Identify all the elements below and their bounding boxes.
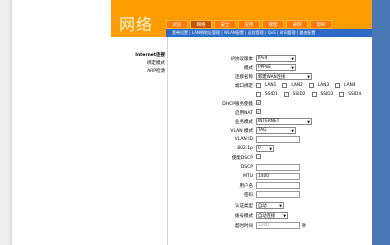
service-label: 业务模式 [235,120,253,125]
password-label: 密码 [244,193,253,198]
tab-security[interactable]: 安全 [214,20,236,29]
row-dial: 拨号模式 自动连接 ▼ [168,212,371,220]
dscp-enable-checkbox[interactable] [256,154,261,159]
chevron-down-icon: ▼ [291,66,294,70]
row-username: 用户名 [168,182,371,190]
row-dhcp: DHCP服务使能 ✓ [168,100,371,108]
lan4-checkbox[interactable] [335,83,341,88]
page-edge [0,0,10,245]
mtu-input[interactable]: 1400 [256,173,300,180]
sidebar-item-arp[interactable]: ARP检测 [117,68,165,74]
dhcp-checkbox[interactable]: ✓ [256,100,261,105]
router-admin-app: 网络 状态 网络 安全 应用 管理 录制 帮助 宽带设置 | LAN侧地址管理 … [111,0,372,245]
tab-help[interactable]: 帮助 [310,20,332,29]
tab-status[interactable]: 状态 [166,20,188,29]
lan2-checkbox[interactable] [282,83,288,88]
conn-name-select[interactable]: 新建WAN连接 ▼ [256,73,312,80]
chevron-down-icon: ▼ [283,214,286,218]
vlan-id-label: VLAN ID [234,137,253,142]
tab-network[interactable]: 网络 [190,20,212,29]
row-conn-name: 连接名称 新建WAN连接 ▼ [168,73,371,81]
row-vlan-id: VLAN ID [168,136,371,144]
row-service: 业务模式 INTERNET ▼ [168,118,371,126]
chevron-down-icon: ▼ [269,147,272,151]
ssid3-checkbox[interactable] [311,92,317,97]
dhcp-label: DHCP服务使能 [222,102,253,107]
ssid1-checkbox[interactable] [256,92,261,97]
chevron-down-icon: ▼ [307,75,310,79]
conn-name-label: 连接名称 [235,75,253,80]
ssid2-checkbox[interactable] [283,92,289,97]
vlan-id-input[interactable] [256,136,300,143]
row-vlan-mode: VLAN 模式 TAG ▼ [168,127,371,135]
dot1p-select[interactable]: 0 ▼ [256,145,274,152]
main-tabs: 状态 网络 安全 应用 管理 录制 帮助 [166,20,332,29]
row-port-bind-ssid: SSID1 SSID2 SSID3 SSID4 [168,91,371,99]
nat-label: 启用NAT [235,111,253,116]
page-edge-shadow [10,0,12,245]
ssid-checkboxes: SSID1 SSID2 SSID3 SSID4 [256,91,364,98]
chevron-down-icon: ▼ [279,204,282,208]
row-mode: 模式 PPPoE ▼ [168,64,371,72]
mode-label: 模式 [244,66,253,71]
ip-version-select[interactable]: IPv4 ▼ [256,55,296,62]
auth-label: 认证类型 [235,204,253,209]
row-auth: 认证类型 自动 ▼ [168,202,371,210]
idle-label: 超时时间 [235,224,253,229]
username-label: 用户名 [239,184,254,189]
row-8021p: 802.1p 0 ▼ [168,145,371,153]
chevron-down-icon: ▼ [307,120,310,124]
dscp-enable-label: 使能DSCP [231,156,253,161]
row-dscp: DSCP [168,164,371,172]
lan1-checkbox[interactable] [256,83,261,88]
tab-application[interactable]: 应用 [238,20,260,29]
idle-input[interactable]: 1200 [256,222,300,229]
row-port-bind: 端口绑定 LAN1 LAN2 LAN3 LAN4 [168,82,371,90]
row-ip-version: IP协议版本 IPv4 ▼ [168,55,371,63]
row-password: 密码 [168,191,371,199]
dial-select[interactable]: 自动连接 ▼ [256,212,288,219]
chevron-down-icon: ▼ [291,57,294,61]
sidebar-item-bind-mode[interactable]: 绑定模式 [117,60,165,66]
dscp-input[interactable] [256,164,300,171]
sub-navigation[interactable]: 宽带设置 | LAN侧地址管理 | WLAN配置 | 远程管理 | QoS | … [166,29,372,37]
row-dscp-enable: 使能DSCP [168,154,371,162]
username-input[interactable] [256,182,300,189]
vlan-mode-select[interactable]: TAG ▼ [256,127,296,134]
dscp-label: DSCP [240,165,253,170]
tab-management[interactable]: 管理 [262,20,284,29]
row-idle: 超时时间 1200 秒 [168,222,371,230]
tab-record[interactable]: 录制 [286,20,308,29]
mtu-label: MTU [243,174,253,179]
port-bind-label: 端口绑定 [235,84,253,89]
row-mtu: MTU 1400 [168,173,371,181]
mode-select[interactable]: PPPoE ▼ [256,64,296,71]
password-input[interactable] [256,191,300,198]
ip-version-label: IP协议版本 [230,57,253,62]
sidebar: Internet连接 绑定模式 ARP检测 [111,37,166,245]
auth-select[interactable]: 自动 ▼ [256,202,284,209]
lan3-checkbox[interactable] [308,83,314,88]
dot1p-label: 802.1p [237,146,253,151]
lan-checkboxes: LAN1 LAN2 LAN3 LAN4 [256,82,359,89]
row-nat: 启用NAT ✓ [168,109,371,117]
dial-label: 拨号模式 [235,214,253,219]
page-brand-title: 网络 [119,15,154,34]
service-select[interactable]: INTERNET ▼ [256,118,312,125]
sidebar-item-internet[interactable]: Internet连接 [117,52,165,58]
nat-checkbox[interactable]: ✓ [256,109,261,114]
chevron-down-icon: ▼ [291,129,294,133]
vlan-mode-label: VLAN 模式 [230,129,253,134]
idle-unit: 秒 [302,223,307,229]
ssid4-checkbox[interactable] [339,92,345,97]
right-scroll-strip[interactable] [372,0,390,245]
